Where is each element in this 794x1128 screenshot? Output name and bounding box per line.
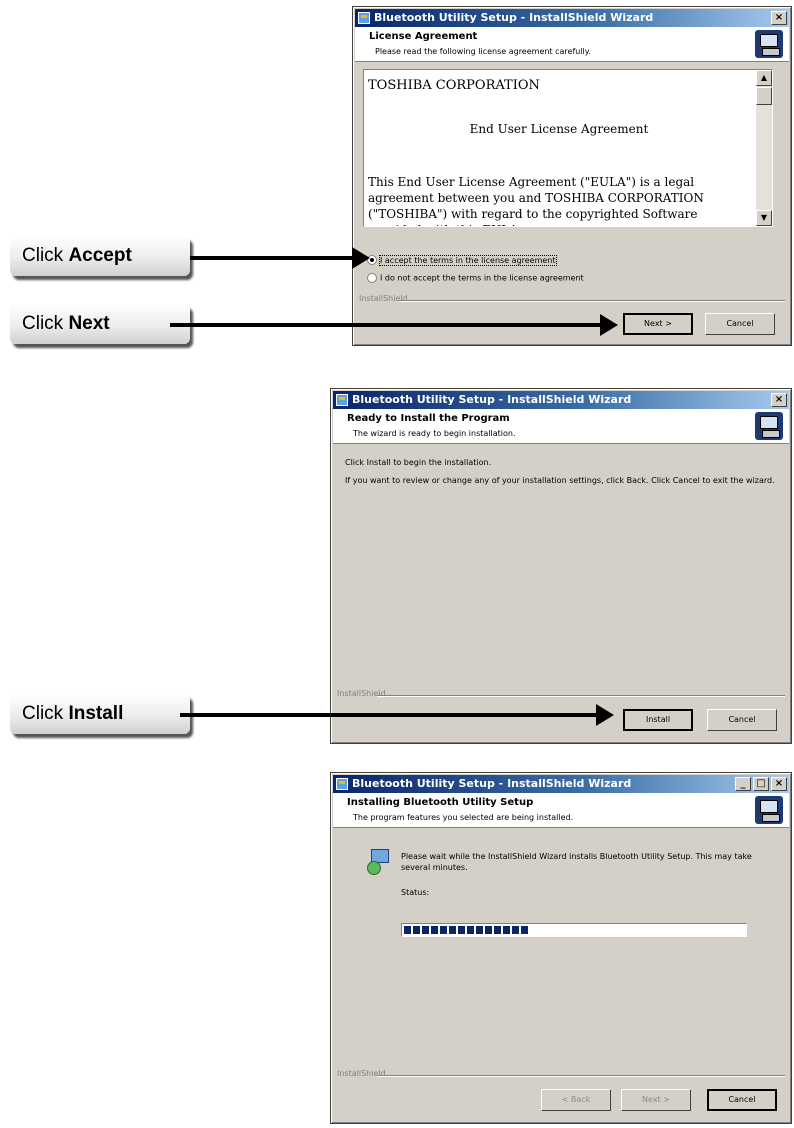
next-button[interactable]: Next > (621, 1089, 691, 1111)
callout-install-prefix: Click (22, 703, 69, 724)
ready-to-install-dialog: Bluetooth Utility Setup - InstallShield … (330, 388, 792, 744)
setup-app-icon (336, 394, 348, 406)
separator (377, 695, 785, 697)
title-bar[interactable]: Bluetooth Utility Setup - InstallShield … (333, 775, 789, 793)
callout-install: Click Install (10, 694, 190, 734)
scroll-up-icon[interactable]: ▲ (756, 70, 772, 86)
setup-app-icon (358, 12, 370, 24)
wizard-header: Ready to Install the Program The wizard … (333, 409, 789, 444)
header-title: License Agreement (369, 31, 478, 42)
computer-install-icon (755, 30, 783, 58)
arrow-accept-head-icon (352, 247, 370, 269)
callout-accept-prefix: Click (22, 245, 69, 266)
close-icon[interactable]: × (771, 777, 787, 791)
review-instruction: If you want to review or change any of y… (345, 476, 775, 485)
callout-next-prefix: Click (22, 313, 69, 334)
callout-install-keyword: Install (68, 703, 124, 724)
maximize-icon[interactable]: □ (753, 777, 769, 791)
computer-install-icon (755, 412, 783, 440)
wait-message: Please wait while the InstallShield Wiza… (401, 852, 752, 872)
eula-company: TOSHIBA CORPORATION (368, 78, 540, 93)
arrow-next-head-icon (600, 314, 618, 336)
arrow-next-line (170, 323, 606, 327)
cancel-button[interactable]: Cancel (707, 709, 777, 731)
eula-textbox[interactable]: TOSHIBA CORPORATION End User License Agr… (363, 69, 773, 227)
installer-package-icon (367, 849, 389, 875)
install-progress-bar (401, 923, 747, 937)
eula-heading: End User License Agreement (469, 122, 649, 136)
decline-radio-icon[interactable] (367, 273, 377, 283)
callout-accept: Click Accept (10, 236, 190, 276)
header-subtitle: The wizard is ready to begin installatio… (353, 429, 516, 438)
callout-accept-keyword: Accept (68, 245, 132, 266)
install-instruction: Click Install to begin the installation. (345, 458, 492, 467)
window-title: Bluetooth Utility Setup - InstallShield … (352, 777, 632, 790)
scroll-down-icon[interactable]: ▼ (756, 210, 772, 226)
arrow-accept-line (190, 256, 360, 260)
header-title: Installing Bluetooth Utility Setup (347, 797, 534, 808)
decline-radio-option[interactable]: I do not accept the terms in the license… (367, 273, 584, 283)
window-title: Bluetooth Utility Setup - InstallShield … (374, 11, 654, 24)
close-icon[interactable]: × (771, 393, 787, 407)
license-dialog: Bluetooth Utility Setup - InstallShield … (352, 6, 792, 346)
next-button[interactable]: Next > (623, 313, 693, 335)
callout-next-keyword: Next (68, 313, 110, 334)
decline-radio-label[interactable]: I do not accept the terms in the license… (380, 274, 584, 283)
scroll-thumb[interactable] (756, 87, 772, 105)
cancel-button[interactable]: Cancel (707, 1089, 777, 1111)
eula-scrollbar[interactable]: ▲ ▼ (756, 70, 772, 226)
arrow-install-line (180, 713, 600, 717)
header-subtitle: Please read the following license agreem… (375, 47, 591, 56)
window-title: Bluetooth Utility Setup - InstallShield … (352, 393, 632, 406)
title-bar[interactable]: Bluetooth Utility Setup - InstallShield … (333, 391, 789, 409)
close-icon[interactable]: × (771, 11, 787, 25)
header-subtitle: The program features you selected are be… (353, 813, 574, 822)
accept-radio-option[interactable]: I accept the terms in the license agreem… (367, 254, 557, 266)
minimize-icon[interactable]: _ (735, 777, 751, 791)
title-bar[interactable]: Bluetooth Utility Setup - InstallShield … (355, 9, 789, 27)
install-button[interactable]: Install (623, 709, 693, 731)
eula-paragraph: This End User License Agreement ("EULA")… (368, 175, 704, 226)
accept-radio-label[interactable]: I accept the terms in the license agreem… (379, 254, 557, 266)
back-button[interactable]: < Back (541, 1089, 611, 1111)
setup-app-icon (336, 778, 348, 790)
progress-fill (404, 926, 530, 934)
separator (399, 300, 785, 302)
status-label: Status: (401, 888, 430, 897)
cancel-button[interactable]: Cancel (705, 313, 775, 335)
installing-dialog: Bluetooth Utility Setup - InstallShield … (330, 772, 792, 1124)
callout-next: Click Next (10, 304, 190, 344)
header-title: Ready to Install the Program (347, 413, 510, 424)
computer-install-icon (755, 796, 783, 824)
wizard-header: License Agreement Please read the follow… (355, 27, 789, 62)
arrow-install-head-icon (596, 704, 614, 726)
separator (377, 1075, 785, 1077)
wizard-header: Installing Bluetooth Utility Setup The p… (333, 793, 789, 828)
